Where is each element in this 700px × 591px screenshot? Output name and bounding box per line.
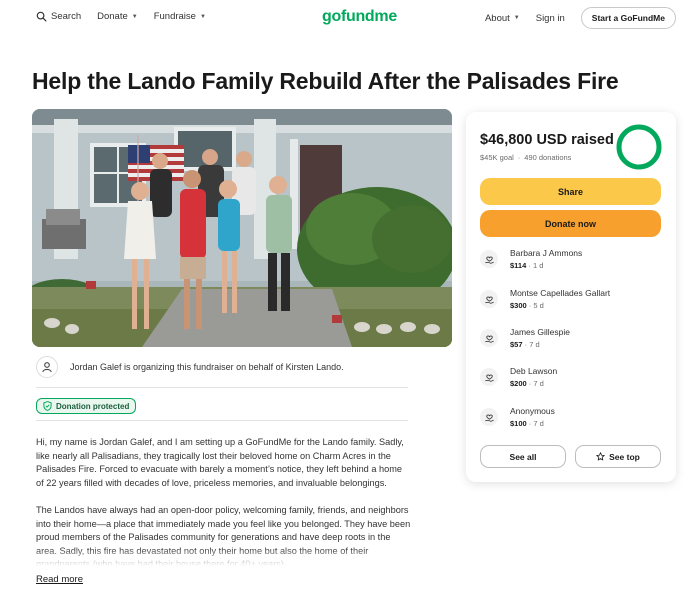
chevron-down-icon: ▼ bbox=[199, 13, 206, 20]
donor-time: 7 d bbox=[533, 419, 544, 428]
divider bbox=[36, 387, 408, 388]
nav-left: Search Donate ▼ Fundraise ▼ bbox=[36, 11, 206, 22]
donor-amount: $200 bbox=[510, 379, 527, 388]
separator-dot: · bbox=[517, 153, 521, 162]
see-all-button[interactable]: See all bbox=[480, 445, 566, 468]
star-icon bbox=[596, 452, 605, 461]
search-label: Search bbox=[51, 11, 82, 22]
dot: · bbox=[528, 419, 532, 428]
dot: · bbox=[524, 340, 528, 349]
donor-item: James Gillespie $57 · 7 d bbox=[480, 327, 570, 349]
chevron-down-icon: ▼ bbox=[131, 13, 138, 20]
organizer-text: Jordan Galef is organizing this fundrais… bbox=[70, 362, 344, 372]
donor-time: 1 d bbox=[532, 261, 544, 270]
sign-in-link[interactable]: Sign in bbox=[536, 13, 565, 24]
donation-protected-label: Donation protected bbox=[56, 401, 130, 411]
donate-menu-label: Donate bbox=[97, 11, 128, 22]
top-nav: Search Donate ▼ Fundraise ▼ gofundme Abo… bbox=[0, 0, 700, 36]
donation-count: 490 donations bbox=[524, 153, 572, 162]
story-fade bbox=[36, 548, 416, 572]
donor-amount: $57 bbox=[510, 340, 523, 349]
donor-item: Barbara J Ammons $114 · 1 d bbox=[480, 248, 582, 270]
organizer-row: Jordan Galef is organizing this fundrais… bbox=[36, 356, 344, 378]
story-paragraph: Hi, my name is Jordan Galef, and I am se… bbox=[36, 437, 404, 488]
fundraise-menu[interactable]: Fundraise ▼ bbox=[154, 11, 206, 22]
donor-name: James Gillespie bbox=[510, 327, 570, 337]
heart-hand-icon bbox=[480, 368, 498, 386]
heart-hand-icon bbox=[480, 329, 498, 347]
donor-time: 7 d bbox=[529, 340, 540, 349]
donor-time: 5 d bbox=[533, 301, 544, 310]
donor-name: Deb Lawson bbox=[510, 366, 558, 376]
dot: · bbox=[528, 261, 531, 270]
user-icon bbox=[42, 362, 52, 373]
donate-menu[interactable]: Donate ▼ bbox=[97, 11, 138, 22]
family-photo-illustration bbox=[32, 109, 452, 347]
about-menu[interactable]: About ▼ bbox=[485, 13, 520, 24]
search-link[interactable]: Search bbox=[36, 11, 81, 22]
progress-ring bbox=[616, 124, 662, 170]
divider bbox=[36, 420, 408, 421]
donor-name: Montse Capellades Gallart bbox=[510, 288, 611, 298]
page-title: Help the Lando Family Rebuild After the … bbox=[32, 68, 619, 94]
gofundme-logo[interactable]: gofundme bbox=[322, 8, 397, 26]
donor-amount: $100 bbox=[510, 419, 527, 428]
donor-item: Montse Capellades Gallart $300 · 5 d bbox=[480, 288, 610, 310]
share-button[interactable]: Share bbox=[480, 178, 661, 205]
fundraise-menu-label: Fundraise bbox=[153, 11, 196, 22]
progress-ring-fill bbox=[616, 124, 662, 170]
search-icon bbox=[36, 11, 47, 22]
start-gofundme-button[interactable]: Start a GoFundMe bbox=[580, 7, 676, 29]
donor-item: Anonymous $100 · 7 d bbox=[480, 406, 555, 428]
donation-card: $46,800 USD raised $45K goal · 490 donat… bbox=[466, 112, 676, 482]
shield-check-icon bbox=[43, 401, 52, 411]
see-top-button[interactable]: See top bbox=[575, 445, 661, 468]
dot: · bbox=[528, 301, 532, 310]
donor-amount: $114 bbox=[510, 261, 527, 270]
heart-hand-icon bbox=[480, 408, 498, 426]
donor-item: Deb Lawson $200 · 7 d bbox=[480, 366, 557, 388]
heart-hand-icon bbox=[480, 290, 498, 308]
read-more-link[interactable]: Read more bbox=[36, 574, 83, 585]
organizer-avatar bbox=[36, 356, 58, 378]
campaign-photo[interactable] bbox=[32, 109, 452, 347]
goal-amount: $45K goal bbox=[480, 153, 514, 162]
donor-name: Anonymous bbox=[510, 406, 555, 416]
nav-right: About ▼ Sign in Start a GoFundMe bbox=[485, 7, 676, 29]
donor-amount: $300 bbox=[510, 301, 527, 310]
heart-hand-icon bbox=[480, 250, 498, 268]
goal-info: $45K goal · 490 donations bbox=[480, 153, 571, 162]
dot: · bbox=[528, 379, 532, 388]
donate-now-button[interactable]: Donate now bbox=[480, 210, 661, 237]
see-top-label: See top bbox=[609, 451, 640, 462]
chevron-down-icon: ▼ bbox=[513, 15, 520, 21]
amount-raised: $46,800 USD raised bbox=[480, 132, 614, 148]
donation-protected-badge[interactable]: Donation protected bbox=[36, 398, 137, 414]
about-menu-label: About bbox=[484, 12, 510, 24]
donor-time: 7 d bbox=[533, 379, 544, 388]
donor-name: Barbara J Ammons bbox=[510, 248, 583, 258]
